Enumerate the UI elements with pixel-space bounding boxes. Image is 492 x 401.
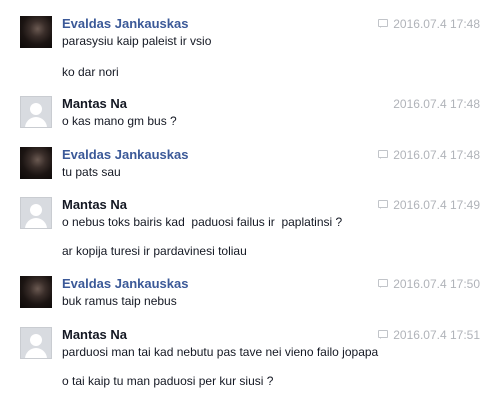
message-text: ar kopija turesi ir pardavinesi toliau (62, 244, 247, 258)
avatar[interactable] (20, 327, 52, 359)
comment-icon (378, 19, 389, 28)
message-text: parasysiu kaip paleist ir vsio (62, 34, 212, 48)
sender-name: Mantas Na (62, 327, 128, 342)
avatar[interactable] (20, 147, 52, 179)
message-timestamp: 2016.07.4 17:48 (393, 97, 480, 111)
message-text: o tai kaip tu man paduosi per kur siusi … (62, 374, 274, 388)
message-timestamp: 2016.07.4 17:50 (378, 277, 480, 291)
message-text: buk ramus taip nebus (62, 294, 177, 308)
sender-name[interactable]: Evaldas Jankauskas (62, 16, 188, 32)
sender-name[interactable]: Evaldas Jankauskas (62, 147, 188, 163)
message-text: o kas mano gm bus ? (62, 114, 177, 128)
message-timestamp: 2016.07.4 17:49 (378, 198, 480, 212)
message-text: o nebus toks bairis kad paduosi failus i… (62, 215, 343, 229)
message-timestamp: 2016.07.4 17:48 (378, 17, 480, 31)
message-text: ko dar nori (62, 65, 119, 79)
timestamp-text: 2016.07.4 17:48 (393, 148, 480, 162)
timestamp-text: 2016.07.4 17:48 (393, 17, 480, 31)
avatar[interactable] (20, 276, 52, 308)
timestamp-text: 2016.07.4 17:50 (393, 277, 480, 291)
sender-name: Mantas Na (62, 96, 128, 111)
avatar[interactable] (20, 197, 52, 229)
message-timestamp: 2016.07.4 17:51 (378, 328, 480, 342)
comment-icon (378, 150, 389, 159)
message-timestamp: 2016.07.4 17:48 (378, 148, 480, 162)
message-thread: Evaldas Jankauskas 2016.07.4 17:48 paras… (0, 0, 492, 401)
comment-icon (378, 200, 389, 209)
avatar[interactable] (20, 16, 52, 48)
sender-name[interactable]: Evaldas Jankauskas (62, 276, 188, 292)
timestamp-text: 2016.07.4 17:51 (393, 328, 480, 342)
message-text: parduosi man tai kad nebutu pas tave nei… (62, 345, 379, 359)
sender-name: Mantas Na (62, 197, 128, 212)
timestamp-text: 2016.07.4 17:49 (393, 198, 480, 212)
comment-icon (378, 279, 389, 288)
message-text: tu pats sau (62, 165, 121, 179)
timestamp-text: 2016.07.4 17:48 (393, 97, 480, 111)
avatar[interactable] (20, 96, 52, 128)
comment-icon (378, 330, 389, 339)
